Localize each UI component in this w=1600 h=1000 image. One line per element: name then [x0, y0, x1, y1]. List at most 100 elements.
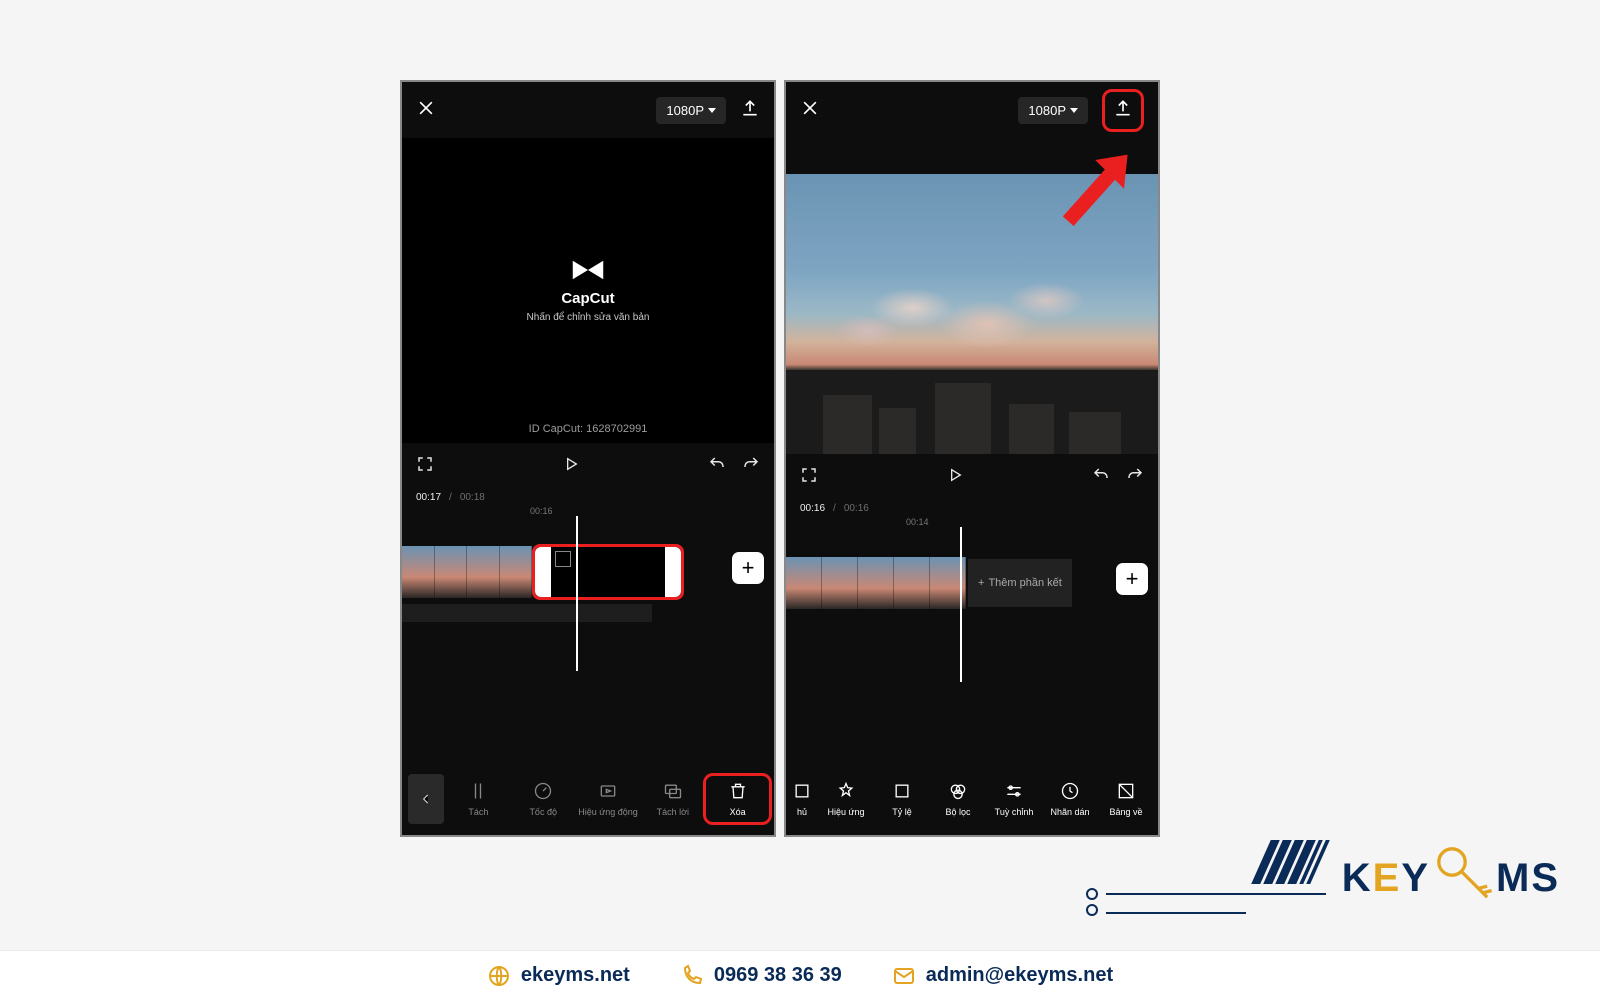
tool-animation[interactable]: Hiệu ứng động: [578, 781, 639, 817]
mail-icon: [892, 964, 916, 988]
undo-redo-group: [1092, 466, 1144, 489]
clip-thumb[interactable]: [858, 557, 894, 609]
export-icon[interactable]: [740, 98, 760, 123]
tool-effects[interactable]: Hiệu ứng: [820, 781, 872, 817]
timeline-ruler: 00:16: [402, 506, 774, 518]
contact-phone[interactable]: 0969 38 36 39: [680, 964, 842, 988]
play-icon[interactable]: [563, 455, 579, 478]
contact-email[interactable]: admin@ekeyms.net: [892, 964, 1113, 988]
globe-icon: [487, 964, 511, 988]
clip-thumb[interactable]: [402, 546, 435, 598]
line-icon: [1106, 893, 1326, 895]
phone-icon: [680, 964, 704, 988]
toolbar-back-button[interactable]: [408, 774, 444, 824]
topbar: 1080P: [786, 82, 1158, 138]
add-clip-button[interactable]: +: [1116, 563, 1148, 595]
resolution-button[interactable]: 1080P: [656, 97, 726, 124]
resolution-button[interactable]: 1080P: [1018, 97, 1088, 124]
time-total: 00:18: [460, 492, 485, 503]
resolution-label: 1080P: [1028, 103, 1066, 118]
clip-mini-icon: [555, 551, 571, 567]
add-ending-button[interactable]: + Thêm phần kết: [968, 559, 1072, 607]
tool-delete-highlight: [703, 773, 772, 825]
add-clip-button[interactable]: +: [732, 552, 764, 584]
dot-icon: [1086, 904, 1098, 916]
undo-icon[interactable]: [1092, 466, 1110, 489]
tool-split[interactable]: Tách: [448, 781, 509, 817]
time-total: 00:16: [844, 503, 869, 514]
tool-extract-audio[interactable]: Tách lời: [642, 781, 703, 817]
brand-strip: KEY MS: [1086, 840, 1560, 916]
clip-trim-handle-left[interactable]: [535, 547, 551, 597]
redo-icon[interactable]: [742, 455, 760, 478]
playback-row: [402, 443, 774, 489]
timeline-ruler: 00:14: [786, 517, 1158, 529]
clip-thumb[interactable]: [435, 546, 468, 598]
page-footer: KEY MS ekeyms.net 0969 38 36 39 admin@ek…: [0, 840, 1600, 1000]
tool-sticker[interactable]: Nhãn dán: [1044, 781, 1096, 817]
close-icon[interactable]: [800, 98, 820, 123]
time-current: 00:17: [416, 492, 441, 503]
undo-icon[interactable]: [708, 455, 726, 478]
clip-body[interactable]: [551, 547, 665, 597]
clip-thumbs[interactable]: [402, 546, 532, 598]
preview-id: ID CapCut: 1628702991: [402, 423, 774, 435]
clip-thumb[interactable]: [467, 546, 500, 598]
resolution-label: 1080P: [666, 103, 704, 118]
video-preview[interactable]: [786, 174, 1158, 454]
time-current: 00:16: [800, 503, 825, 514]
selected-clip-highlight[interactable]: [532, 544, 684, 600]
tool-canvas[interactable]: Bảng về: [1100, 781, 1152, 817]
clip-trim-handle-right[interactable]: [665, 547, 681, 597]
topbar-right: 1080P: [656, 97, 760, 124]
chevron-down-icon: [708, 108, 716, 113]
tool-overlay[interactable]: hủ: [788, 781, 816, 817]
contact-site[interactable]: ekeyms.net: [487, 964, 630, 988]
video-preview[interactable]: CapCut Nhấn để chỉnh sửa văn bản ID CapC…: [402, 138, 774, 443]
phone-left: 1080P CapCut Nhấn để chỉnh sửa văn bản I…: [400, 80, 776, 837]
chevron-down-icon: [1070, 108, 1078, 113]
ruler-tick: 00:16: [530, 506, 553, 516]
tool-speed[interactable]: Tốc độ: [513, 781, 574, 817]
playhead[interactable]: [960, 527, 962, 682]
clip-thumb[interactable]: [894, 557, 930, 609]
preview-brand: CapCut: [561, 290, 614, 307]
ruler-tick: 00:14: [906, 517, 929, 527]
timeline[interactable]: 00:14 + Thêm phần kết +: [786, 517, 1158, 682]
redo-icon[interactable]: [1126, 466, 1144, 489]
undo-redo-group: [708, 455, 760, 478]
screenshot-pair: 1080P CapCut Nhấn để chỉnh sửa văn bản I…: [400, 80, 1160, 837]
topbar: 1080P: [402, 82, 774, 138]
brand-logo: KEY MS: [1342, 840, 1560, 916]
plus-icon: +: [978, 577, 984, 589]
time-row: 00:16 / 00:16: [786, 500, 1158, 517]
close-icon[interactable]: [416, 98, 436, 123]
tool-ratio[interactable]: Tỷ lệ: [876, 781, 928, 817]
play-icon[interactable]: [947, 466, 963, 489]
clip-thumb[interactable]: [786, 557, 822, 609]
preview-subtitle: Nhấn để chỉnh sửa văn bản: [527, 312, 650, 323]
brand-slashes-icon: [1261, 840, 1320, 884]
preview-clouds: [823, 272, 1121, 362]
contact-row: ekeyms.net 0969 38 36 39 admin@ekeyms.ne…: [0, 950, 1600, 1000]
toolbar: Tách Tốc độ Hiệu ứng động Tách lời Xóa: [402, 763, 774, 835]
fullscreen-icon[interactable]: [416, 455, 434, 478]
topbar-right: 1080P: [1018, 89, 1144, 132]
tool-delete[interactable]: Xóa: [707, 781, 768, 817]
playhead[interactable]: [576, 516, 578, 671]
line-icon: [1106, 912, 1246, 914]
dot-icon: [1086, 888, 1098, 900]
export-icon-highlight[interactable]: [1102, 89, 1144, 132]
phone-right: 1080P: [784, 80, 1160, 837]
clip-thumb[interactable]: [822, 557, 858, 609]
audio-track[interactable]: [402, 604, 652, 622]
fullscreen-icon[interactable]: [800, 466, 818, 489]
capcut-logo-icon: [571, 259, 605, 286]
tool-adjust[interactable]: Tuỳ chỉnh: [988, 781, 1040, 817]
clip-thumbs[interactable]: [786, 557, 966, 609]
tool-filter[interactable]: Bộ lọc: [932, 781, 984, 817]
timeline[interactable]: 00:16 +: [402, 506, 774, 671]
toolbar: hủ Hiệu ứng Tỷ lệ Bộ lọc Tuỳ chỉnh Nhãn …: [786, 763, 1158, 835]
preview-buildings: [786, 370, 1158, 454]
clip-thumb[interactable]: [500, 546, 533, 598]
